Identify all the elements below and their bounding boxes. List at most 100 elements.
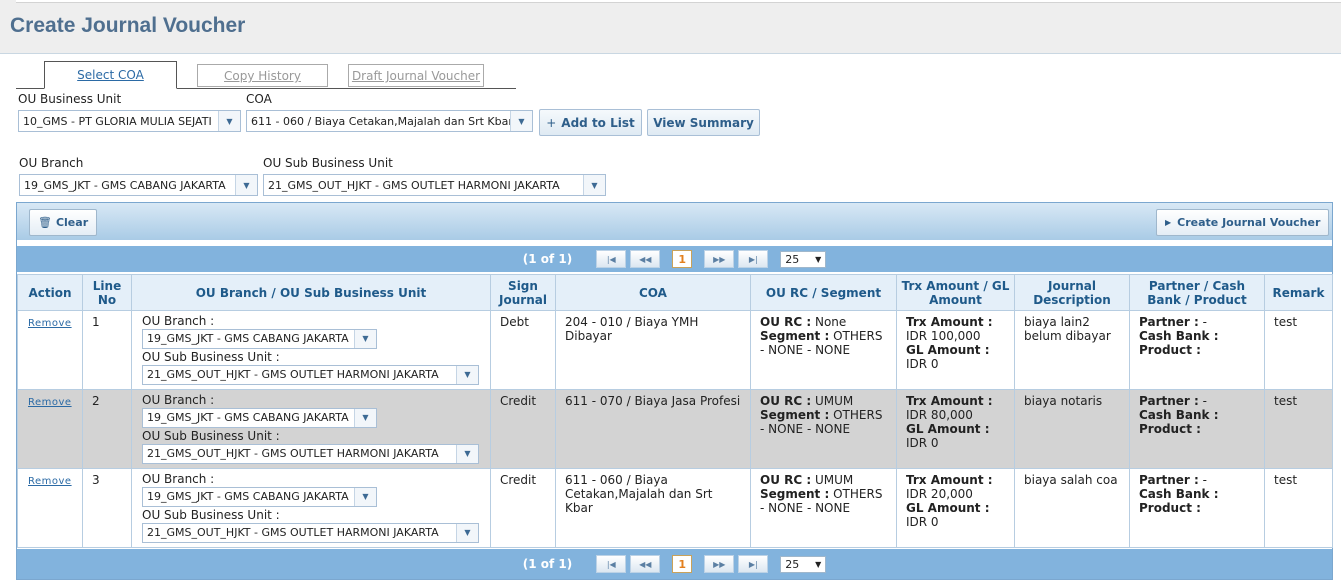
first-page-icon[interactable]: |◀ <box>596 555 627 573</box>
segment-label: Segment : <box>760 329 830 343</box>
branch-cell: OU Branch : 19_GMS_JKT - GMS CABANG JAKA… <box>131 389 491 469</box>
row-ou-branch-select[interactable]: 19_GMS_JKT - GMS CABANG JAKARTA ▼ <box>142 487 377 507</box>
col-partner[interactable]: Partner / Cash Bank / Product <box>1129 274 1265 311</box>
chevron-down-icon[interactable]: ▼ <box>354 330 376 348</box>
ou-rc-segment-cell: OU RC : UMUM Segment : OTHERS - NONE - N… <box>750 468 897 548</box>
tab-strip: Select COA Copy History Draft Journal Vo… <box>16 61 516 89</box>
ou-rc-label: OU RC : <box>760 394 812 408</box>
cash-bank-label: Cash Bank : <box>1139 408 1219 422</box>
row-ou-sub-select[interactable]: 21_GMS_OUT_HJKT - GMS OUTLET HARMONI JAK… <box>142 365 479 385</box>
tab-draft-journal-voucher[interactable]: Draft Journal Voucher <box>348 64 484 87</box>
row-ou-branch-value: 19_GMS_JKT - GMS CABANG JAKARTA <box>147 490 349 503</box>
ou-business-unit-label: OU Business Unit <box>18 92 122 106</box>
first-page-icon[interactable]: |◀ <box>596 250 627 268</box>
chevron-down-icon[interactable]: ▼ <box>354 488 376 506</box>
remark-cell: test <box>1264 389 1333 469</box>
line-no-cell: 1 <box>82 310 132 390</box>
row-ou-branch-value: 19_GMS_JKT - GMS CABANG JAKARTA <box>147 411 349 424</box>
coa-select[interactable]: 611 - 060 / Biaya Cetakan,Majalah dan Sr… <box>246 110 533 132</box>
remove-link[interactable]: Remove <box>27 397 72 408</box>
line-no-cell: 3 <box>82 468 132 548</box>
partner-label: Partner : <box>1139 394 1199 408</box>
chevron-down-icon[interactable]: ▼ <box>235 175 257 195</box>
tab-copy-history[interactable]: Copy History <box>197 64 328 87</box>
trx-gl-cell: Trx Amount : IDR 20,000 GL Amount : IDR … <box>896 468 1015 548</box>
add-to-list-button[interactable]: + Add to List <box>539 109 642 136</box>
chevron-down-icon[interactable]: ▼ <box>354 409 376 427</box>
page-number[interactable]: 1 <box>672 250 693 268</box>
row-ou-sub-select[interactable]: 21_GMS_OUT_HJKT - GMS OUTLET HARMONI JAK… <box>142 523 479 543</box>
col-line-no[interactable]: Line No <box>82 274 132 311</box>
col-trx-gl-amount[interactable]: Trx Amount / GL Amount <box>896 274 1015 311</box>
sign-journal-cell: Credit <box>490 389 556 469</box>
trx-amount-value: IDR 100,000 <box>906 329 981 343</box>
chevron-down-icon[interactable]: ▼ <box>456 445 478 463</box>
trash-icon: 🗑 <box>38 216 52 229</box>
pager-top: (1 of 1) |◀ ◀◀ 1 ▶▶ ▶| 25 ▼ <box>17 246 1332 272</box>
sign-journal-cell: Debt <box>490 310 556 390</box>
main-content: Select COA Copy History Draft Journal Vo… <box>0 55 1341 580</box>
product-label: Product : <box>1139 343 1201 357</box>
page-size-select[interactable]: 25 ▼ <box>780 555 827 573</box>
remove-link[interactable]: Remove <box>27 318 72 329</box>
prev-page-icon[interactable]: ◀◀ <box>630 250 661 268</box>
product-label: Product : <box>1139 422 1201 436</box>
action-cell: Remove <box>17 310 83 390</box>
chevron-down-icon[interactable]: ▼ <box>456 524 478 542</box>
branch-cell: OU Branch : 19_GMS_JKT - GMS CABANG JAKA… <box>131 310 491 390</box>
branch-cell: OU Branch : 19_GMS_JKT - GMS CABANG JAKA… <box>131 468 491 548</box>
clear-button[interactable]: 🗑 Clear <box>29 209 98 236</box>
chevron-down-icon[interactable]: ▼ <box>218 111 240 131</box>
col-coa[interactable]: COA <box>555 274 751 311</box>
tab-select-coa[interactable]: Select COA <box>44 61 177 89</box>
prev-page-icon[interactable]: ◀◀ <box>630 555 661 573</box>
coa-label: COA <box>246 92 272 106</box>
col-remark[interactable]: Remark <box>1264 274 1333 311</box>
col-action[interactable]: Action <box>17 274 83 311</box>
last-page-icon[interactable]: ▶| <box>738 555 769 573</box>
table-row: Remove 2 OU Branch : 19_GMS_JKT - GMS CA… <box>17 389 1333 469</box>
pager-info: (1 of 1) <box>522 557 573 571</box>
col-ou-rc-segment[interactable]: OU RC / Segment <box>750 274 897 311</box>
ou-branch-label: OU Branch <box>19 156 84 170</box>
journal-description-cell: biaya salah coa <box>1014 468 1130 548</box>
page-size-select[interactable]: 25 ▼ <box>780 250 827 268</box>
ou-business-unit-select[interactable]: 10_GMS - PT GLORIA MULIA SEJATI ▼ <box>18 110 241 132</box>
row-ou-sub-select[interactable]: 21_GMS_OUT_HJKT - GMS OUTLET HARMONI JAK… <box>142 444 479 464</box>
gl-amount-value: IDR 0 <box>906 357 939 371</box>
table-header-row: Action Line No OU Branch / OU Sub Busine… <box>17 274 1333 311</box>
col-journal-description[interactable]: Journal Description <box>1014 274 1130 311</box>
ou-sub-row-label: OU Sub Business Unit : <box>142 350 280 364</box>
page-number[interactable]: 1 <box>672 555 693 573</box>
ou-branch-row-label: OU Branch : <box>142 472 215 486</box>
action-cell: Remove <box>17 389 83 469</box>
row-ou-sub-value: 21_GMS_OUT_HJKT - GMS OUTLET HARMONI JAK… <box>147 447 439 460</box>
next-page-icon[interactable]: ▶▶ <box>704 555 735 573</box>
ou-branch-select[interactable]: 19_GMS_JKT - GMS CABANG JAKARTA ▼ <box>19 174 258 196</box>
trx-gl-cell: Trx Amount : IDR 100,000 GL Amount : IDR… <box>896 310 1015 390</box>
create-journal-voucher-button[interactable]: ▶ Create Journal Voucher <box>1156 209 1330 236</box>
coa-cell: 204 - 010 / Biaya YMH Dibayar <box>555 310 751 390</box>
last-page-icon[interactable]: ▶| <box>738 250 769 268</box>
remove-link[interactable]: Remove <box>27 476 72 487</box>
chevron-down-icon[interactable]: ▼ <box>583 175 605 195</box>
partner-label: Partner : <box>1139 473 1199 487</box>
view-summary-button[interactable]: View Summary <box>647 109 760 136</box>
journal-table: Action Line No OU Branch / OU Sub Busine… <box>17 274 1333 548</box>
next-page-icon[interactable]: ▶▶ <box>704 250 735 268</box>
ou-sub-business-unit-select[interactable]: 21_GMS_OUT_HJKT - GMS OUTLET HARMONI JAK… <box>263 174 606 196</box>
page-title: Create Journal Voucher <box>10 14 246 37</box>
journal-description-cell: biaya notaris <box>1014 389 1130 469</box>
chevron-down-icon[interactable]: ▼ <box>456 366 478 384</box>
row-ou-branch-select[interactable]: 19_GMS_JKT - GMS CABANG JAKARTA ▼ <box>142 408 377 428</box>
col-sign-journal[interactable]: Sign Journal <box>490 274 556 311</box>
sign-journal-cell: Credit <box>490 468 556 548</box>
chevron-down-icon[interactable]: ▼ <box>510 111 532 131</box>
partner-label: Partner : <box>1139 315 1199 329</box>
row-ou-branch-select[interactable]: 19_GMS_JKT - GMS CABANG JAKARTA ▼ <box>142 329 377 349</box>
trx-amount-label: Trx Amount : <box>906 394 993 408</box>
col-branch[interactable]: OU Branch / OU Sub Business Unit <box>131 274 491 311</box>
trx-gl-cell: Trx Amount : IDR 80,000 GL Amount : IDR … <box>896 389 1015 469</box>
remark-cell: test <box>1264 468 1333 548</box>
create-journal-voucher-label: Create Journal Voucher <box>1177 216 1321 229</box>
